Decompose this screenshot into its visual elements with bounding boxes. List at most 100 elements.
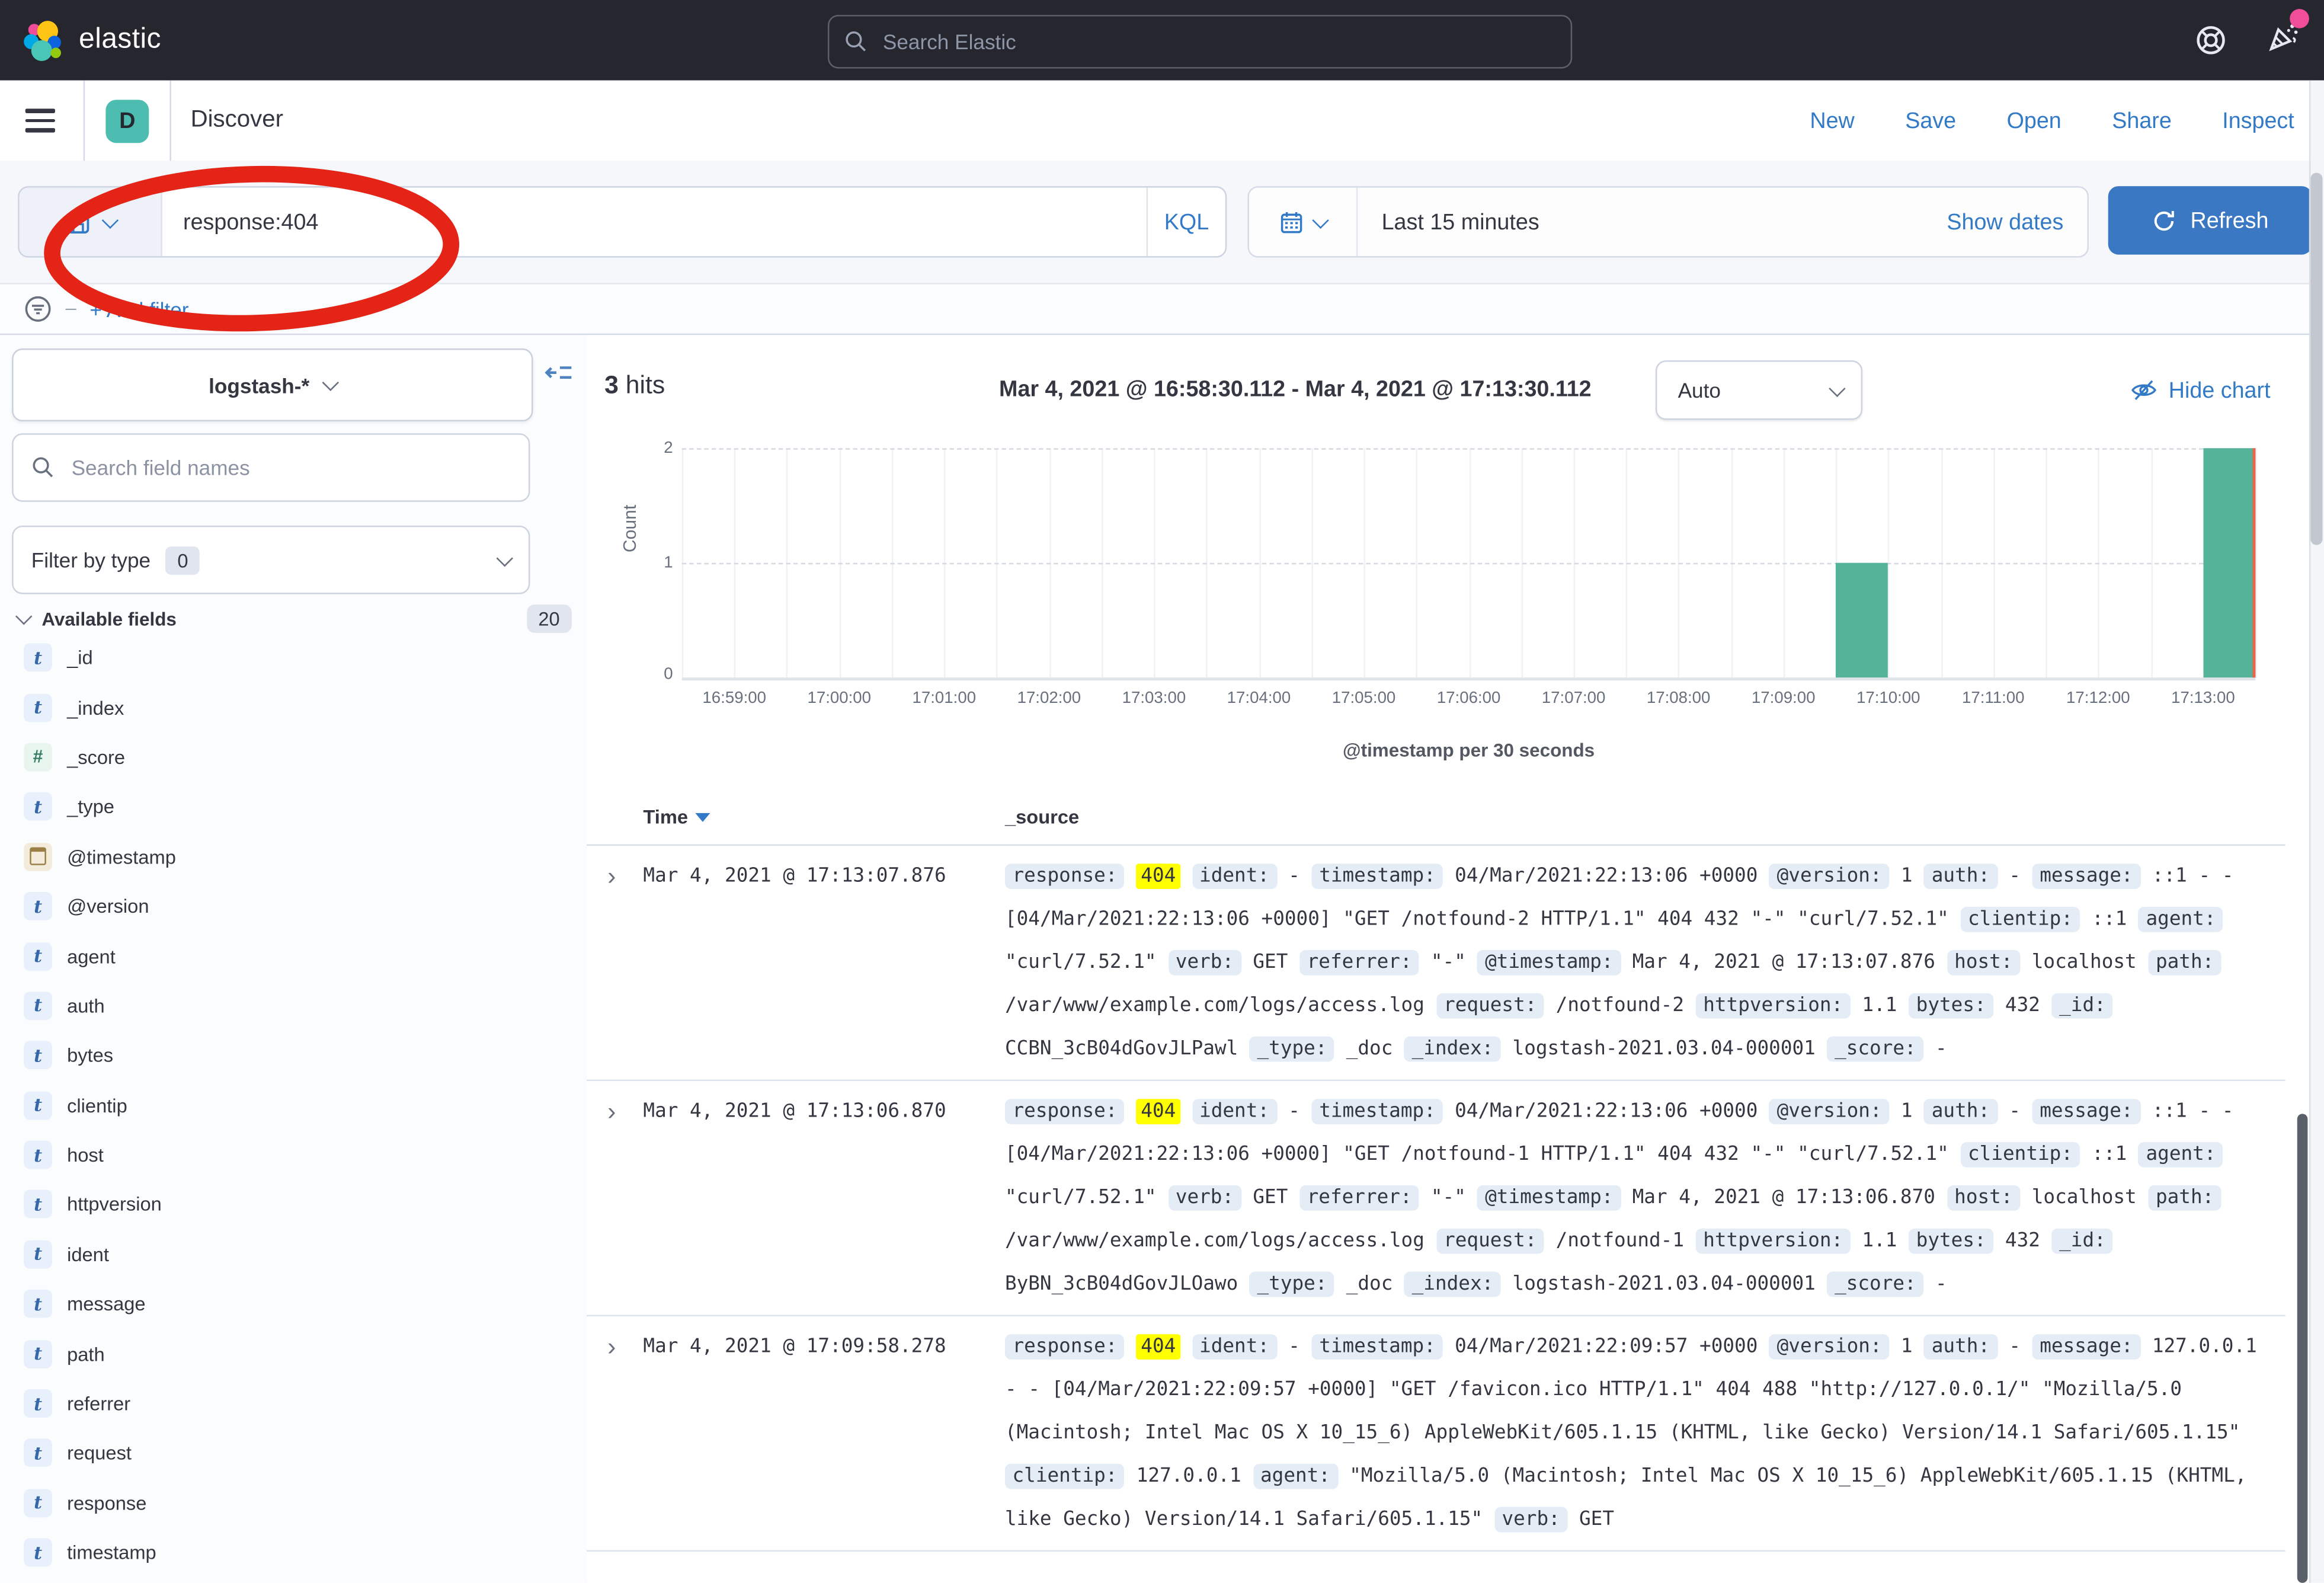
string-type-icon: t xyxy=(24,793,52,821)
field-key-chip: _type: xyxy=(1250,1272,1334,1297)
available-fields-header[interactable]: Available fields 20 xyxy=(18,605,572,633)
field-key-chip: auth: xyxy=(1924,1334,1997,1360)
field-key-chip: agent: xyxy=(1253,1464,1337,1489)
search-icon xyxy=(844,30,868,53)
filter-by-type-label: Filter by type xyxy=(31,548,151,572)
save-button[interactable]: Save xyxy=(1905,108,1956,133)
refresh-icon xyxy=(2152,207,2177,233)
saved-query-menu-button[interactable] xyxy=(20,188,162,257)
discover-app-badge[interactable]: D xyxy=(105,99,149,142)
discover-main: 3 hits Mar 4, 2021 @ 16:58:30.112 - Mar … xyxy=(587,335,2309,1582)
histogram-bar-17:09:30[interactable] xyxy=(1836,563,1888,677)
filter-by-type-select[interactable]: Filter by type 0 xyxy=(12,526,530,594)
hide-chart-label: Hide chart xyxy=(2169,378,2271,403)
field-item-bytes[interactable]: tbytes xyxy=(0,1031,587,1080)
hits-label: hits xyxy=(626,371,665,399)
field-item-host[interactable]: thost xyxy=(0,1130,587,1180)
field-item-path[interactable]: tpath xyxy=(0,1329,587,1379)
menu-icon[interactable] xyxy=(25,109,55,133)
chevron-down-icon xyxy=(15,608,32,625)
field-item-_index[interactable]: t_index xyxy=(0,683,587,733)
field-key-chip: response: xyxy=(1005,1334,1125,1360)
field-item-httpversion[interactable]: t httpversion xyxy=(0,1180,587,1230)
x-tick-label: 17:09:00 xyxy=(1752,689,1816,707)
chevron-down-icon xyxy=(101,211,117,228)
share-button[interactable]: Share xyxy=(2112,108,2172,133)
scrollbar-track[interactable] xyxy=(2309,81,2324,1583)
field-item-@version[interactable]: t@version xyxy=(0,881,587,931)
field-search[interactable] xyxy=(12,433,530,502)
inner-scrollbar-thumb[interactable] xyxy=(2297,1114,2308,1582)
open-button[interactable]: Open xyxy=(2007,108,2061,133)
scrollbar-thumb[interactable] xyxy=(2310,172,2322,545)
field-item-agent[interactable]: tagent xyxy=(0,931,587,981)
index-pattern-select[interactable]: logstash-* xyxy=(12,348,533,421)
field-name: bytes xyxy=(67,1044,113,1067)
hide-chart-button[interactable]: Hide chart xyxy=(2130,377,2270,404)
x-tick-label: 17:04:00 xyxy=(1227,689,1291,707)
quick-select-time-button[interactable] xyxy=(1249,188,1358,257)
x-tick-label: 17:13:00 xyxy=(2171,689,2235,707)
query-input[interactable] xyxy=(162,188,1147,257)
save-query-icon xyxy=(65,209,90,235)
divider xyxy=(84,81,85,161)
filter-icon[interactable] xyxy=(24,295,52,323)
y-axis-title: Count xyxy=(619,505,640,552)
field-item-clientip[interactable]: tclientip xyxy=(0,1080,587,1130)
histogram-bar-17:13:00[interactable] xyxy=(2203,448,2255,677)
field-item-request[interactable]: trequest xyxy=(0,1428,587,1478)
x-tick-label: 16:59:00 xyxy=(702,689,766,707)
field-item-response[interactable]: tresponse xyxy=(0,1478,587,1528)
help-icon[interactable] xyxy=(2194,24,2227,56)
field-key-chip: auth: xyxy=(1924,864,1997,889)
expand-document-icon[interactable]: › xyxy=(607,1328,616,1367)
field-key-chip: _id: xyxy=(2052,1229,2114,1254)
field-item-_type[interactable]: t_type xyxy=(0,782,587,832)
inspect-button[interactable]: Inspect xyxy=(2222,108,2294,133)
global-search[interactable] xyxy=(828,15,1572,68)
vertical-gridline xyxy=(2255,448,2257,677)
elastic-logo[interactable]: elastic xyxy=(24,20,161,60)
field-item-@timestamp[interactable]: @timestamp xyxy=(0,832,587,881)
field-key-chip: ident: xyxy=(1192,864,1276,889)
new-button[interactable]: New xyxy=(1810,108,1854,133)
x-tick-label: 17:02:00 xyxy=(1017,689,1081,707)
show-dates-button[interactable]: Show dates xyxy=(1947,209,2087,235)
field-item-message[interactable]: tmessage xyxy=(0,1279,587,1329)
field-item-referrer[interactable]: treferrer xyxy=(0,1379,587,1428)
date-picker: Last 15 minutes Show dates xyxy=(1247,186,2089,258)
time-column-header[interactable]: Time xyxy=(643,805,710,828)
kibana-discover-page: elastic D Discover New Save Open Share I… xyxy=(0,0,2324,1583)
expand-document-icon[interactable]: › xyxy=(607,1093,616,1131)
field-key-chip: agent: xyxy=(2139,1142,2223,1168)
field-item-auth[interactable]: tauth xyxy=(0,981,587,1031)
newsfeed-button[interactable] xyxy=(2266,20,2300,61)
expand-document-icon[interactable]: › xyxy=(607,858,616,896)
string-type-icon: t xyxy=(24,1191,52,1219)
query-language-button[interactable]: KQL xyxy=(1147,188,1225,257)
field-key-chip: host: xyxy=(1947,1185,2020,1211)
top-nav-menu: New Save Open Share Inspect xyxy=(1810,108,2294,133)
refresh-button[interactable]: Refresh xyxy=(2108,186,2312,255)
field-item-ident[interactable]: tident xyxy=(0,1230,587,1280)
field-name: _index xyxy=(67,696,124,719)
interval-select[interactable]: Auto xyxy=(1656,360,1862,420)
field-item-_score[interactable]: #_score xyxy=(0,733,587,782)
hits-count: 3 hits xyxy=(604,371,665,401)
field-search-input[interactable] xyxy=(69,454,511,481)
field-name: httpversion xyxy=(67,1194,162,1216)
field-key-chip: _score: xyxy=(1827,1272,1924,1297)
filter-divider: – xyxy=(66,296,76,319)
global-search-input[interactable] xyxy=(880,28,1556,55)
filter-by-type-count-badge: 0 xyxy=(165,546,200,574)
add-filter-button[interactable]: + Add filter xyxy=(89,297,188,321)
field-key-chip: @version: xyxy=(1769,864,1889,889)
string-type-icon: t xyxy=(24,892,52,920)
field-key-chip: response: xyxy=(1005,864,1125,889)
field-key-chip: verb: xyxy=(1168,950,1241,976)
field-item-timestamp[interactable]: ttimestamp xyxy=(0,1528,587,1578)
collapse-sidebar-icon[interactable] xyxy=(545,359,574,388)
time-range-display[interactable]: Last 15 minutes xyxy=(1358,209,1947,235)
field-item-_id[interactable]: t_id xyxy=(0,633,587,683)
string-type-icon: t xyxy=(24,1091,52,1120)
